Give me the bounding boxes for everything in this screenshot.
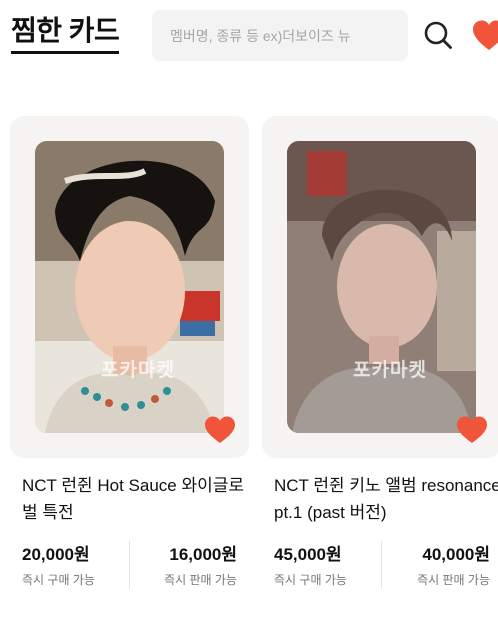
card-title[interactable]: NCT 런쥔 키노 앨범 resonance pt.1 (past 버전) <box>274 472 498 526</box>
photocard-image[interactable]: 포카마켓 <box>35 141 224 433</box>
watermark: 포카마켓 <box>101 360 175 381</box>
header: 찜한 카드 <box>0 0 498 70</box>
buy-price-label: 즉시 구매 가능 <box>22 573 95 587</box>
buy-price: 20,000원 즉시 구매 가능 <box>22 544 95 588</box>
buy-price-value: 20,000원 <box>22 545 90 564</box>
buy-price-label: 즉시 구매 가능 <box>274 573 347 587</box>
sell-price-value: 40,000원 <box>422 545 490 564</box>
buy-price: 45,000원 즉시 구매 가능 <box>274 544 347 588</box>
price-divider <box>381 541 382 589</box>
sell-price: 16,000원 즉시 판매 가능 <box>164 544 237 588</box>
buy-price-value: 45,000원 <box>274 545 342 564</box>
card-title[interactable]: NCT 런쥔 Hot Sauce 와이글로벌 특전 <box>22 472 250 526</box>
card-frame[interactable]: 포카마켓 <box>10 116 249 458</box>
heart-icon[interactable] <box>456 415 488 445</box>
photocard-image[interactable]: 포카마켓 <box>287 141 476 433</box>
sell-price-label: 즉시 판매 가능 <box>164 573 237 587</box>
search-icon[interactable] <box>423 20 453 50</box>
search-bar[interactable] <box>152 10 408 61</box>
sell-price-value: 16,000원 <box>169 545 237 564</box>
page-title: 찜한 카드 <box>11 14 120 54</box>
card-frame[interactable]: 포카마켓 <box>262 116 498 458</box>
price-divider <box>129 541 130 589</box>
heart-icon[interactable] <box>472 19 498 53</box>
watermark: 포카마켓 <box>353 360 427 381</box>
heart-icon[interactable] <box>204 415 236 445</box>
sell-price-label: 즉시 판매 가능 <box>417 573 490 587</box>
search-input[interactable] <box>170 10 400 61</box>
sell-price: 40,000원 즉시 판매 가능 <box>400 544 490 588</box>
